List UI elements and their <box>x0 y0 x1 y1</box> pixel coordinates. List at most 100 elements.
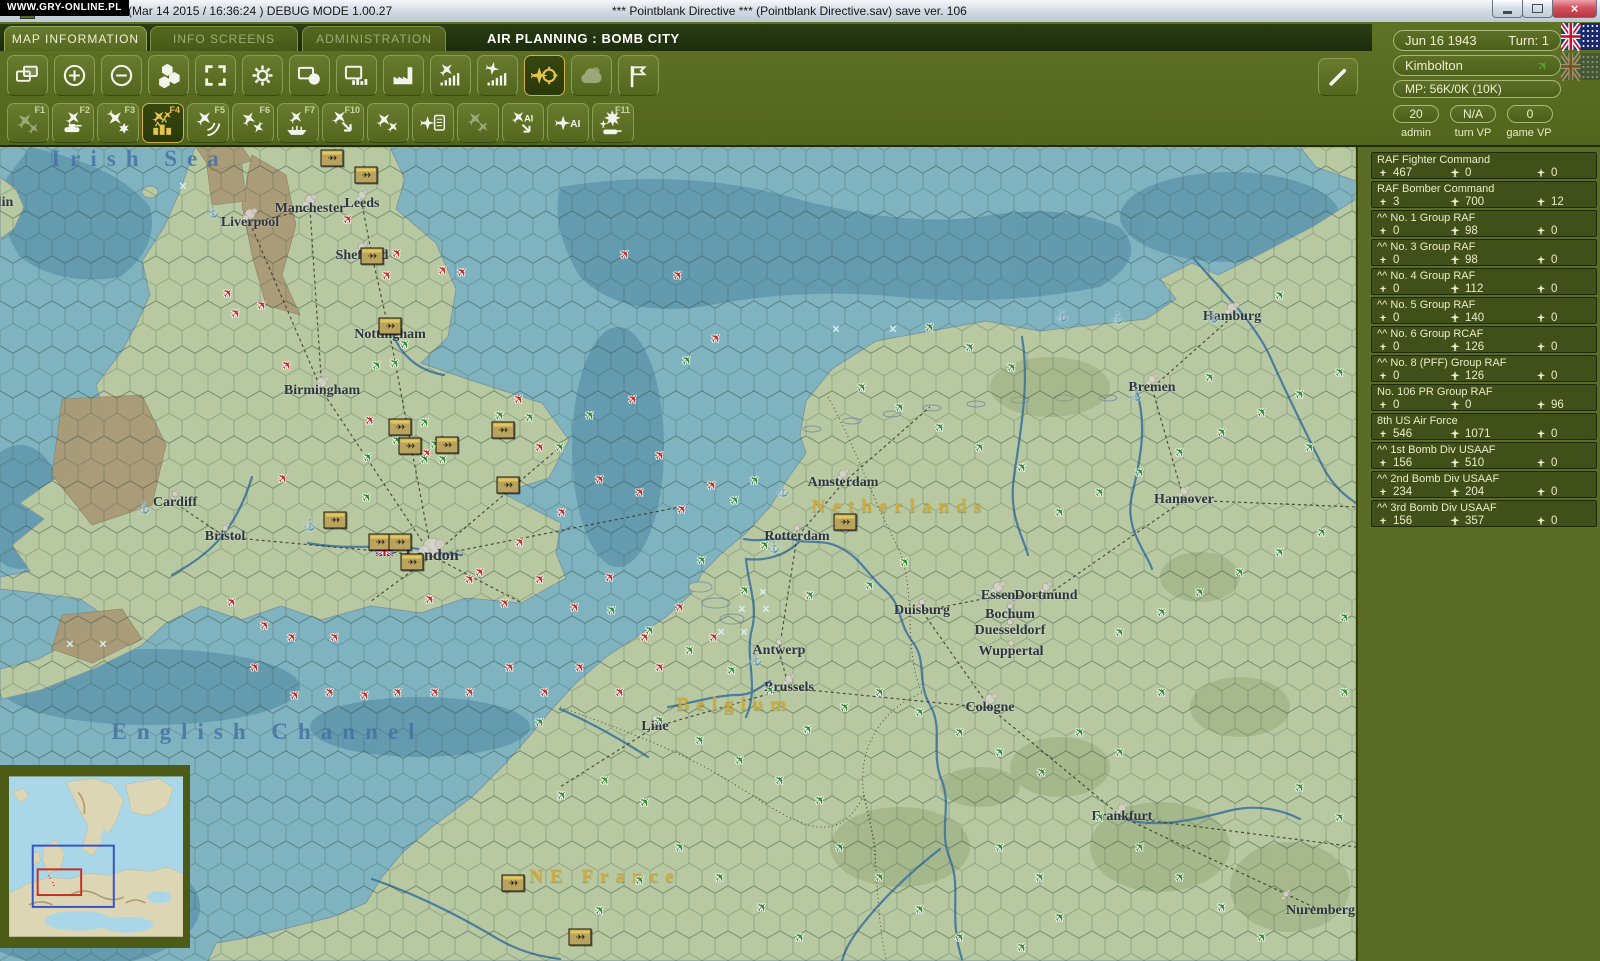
air-unit-red[interactable]: ✈ <box>422 591 439 608</box>
air-unit-red[interactable]: ✈ <box>279 357 296 374</box>
air-unit-red[interactable]: ✈ <box>670 267 687 284</box>
air-unit-red[interactable]: ✈ <box>322 684 339 701</box>
ground-unit-counter[interactable]: ✈✈ <box>497 477 520 494</box>
air-unit-green[interactable]: ✈ <box>1154 684 1171 701</box>
air-unit-red[interactable]: ✈ <box>390 684 407 701</box>
air-group-row-no-8-pff-group-raf[interactable]: ^^ No. 8 (PFF) Group RAF01260 <box>1371 355 1597 382</box>
air-unit-green[interactable]: ✈ <box>597 772 614 789</box>
air-unit-green[interactable]: ✈ <box>1292 386 1309 403</box>
air-unit-green[interactable]: ✈ <box>522 409 539 426</box>
air-unit-green[interactable]: ✈ <box>962 339 979 356</box>
air-unit-green[interactable]: ✈ <box>532 714 549 731</box>
ground-unit-counter[interactable]: ✈✈ <box>834 514 857 531</box>
air-unit-green[interactable]: ✈ <box>1052 504 1069 521</box>
air-unit-red[interactable]: ✈ <box>532 571 549 588</box>
air-unit-green[interactable]: ✈ <box>747 472 764 489</box>
air-unit-red[interactable]: ✈ <box>652 447 669 464</box>
air-group-row-no-106-pr-group-raf[interactable]: No. 106 PR Group RAF0096 <box>1371 384 1597 411</box>
location-pill[interactable]: Kimbolton ✈ <box>1393 55 1561 76</box>
air-unit-green[interactable]: ✈ <box>1014 939 1031 956</box>
air-unit-red[interactable]: ✈ <box>497 595 514 612</box>
info-window-button[interactable] <box>336 55 377 96</box>
air-unit-red[interactable]: ✈ <box>617 246 634 263</box>
air-unit-green[interactable]: ✈ <box>1112 624 1129 641</box>
air-unit-green[interactable]: ✈ <box>854 379 871 396</box>
air-unit-red[interactable]: ✈ <box>247 659 264 676</box>
air-unit-green[interactable]: ✈ <box>724 662 741 679</box>
air-unit-green[interactable]: ✈ <box>1272 287 1289 304</box>
air-unit-green[interactable]: ✈ <box>694 552 711 569</box>
air-unit-green[interactable]: ✈ <box>972 439 989 456</box>
air-unit-red[interactable]: ✈ <box>327 629 344 646</box>
air-unit-green[interactable]: ✈ <box>1214 899 1231 916</box>
air-unit-green[interactable]: ✈ <box>1232 564 1249 581</box>
ground-unit-counter[interactable]: ✈✈ <box>492 422 515 439</box>
ground-unit-counter[interactable]: ✈✈ <box>389 419 412 436</box>
air-unit-red[interactable]: ✈ <box>228 305 245 322</box>
air-unit-green[interactable]: ✈ <box>897 554 914 571</box>
air-unit-red[interactable]: ✈ <box>357 687 374 704</box>
air-unit-green[interactable]: ✈ <box>1004 359 1021 376</box>
air-unit-green[interactable]: ✈ <box>737 582 754 599</box>
air-directive-list-button[interactable] <box>412 103 454 143</box>
air-unit-green[interactable]: ✈ <box>802 587 819 604</box>
air-unit-red[interactable]: ✈ <box>632 484 649 501</box>
air-unit-red[interactable]: ✈ <box>511 391 528 408</box>
air-unit-red[interactable]: ✈ <box>672 599 689 616</box>
air-unit-red[interactable]: ✈ <box>220 285 237 302</box>
air-unit-green[interactable]: ✈ <box>952 724 969 741</box>
edit-pencil-button[interactable] <box>1318 58 1358 96</box>
tab-administration[interactable]: ADMINISTRATION <box>302 26 446 51</box>
air-pair-button[interactable] <box>457 103 499 143</box>
air-group-row-1st-bomb-div-usaaf[interactable]: ^^ 1st Bomb Div USAAF1565100 <box>1371 442 1597 469</box>
ground-battle-button[interactable]: F11 <box>592 103 634 143</box>
ground-unit-counter[interactable]: ✈✈ <box>324 512 347 529</box>
air-unit-green[interactable]: ✈ <box>1052 909 1069 926</box>
ground-attack-button[interactable]: F3 <box>97 103 139 143</box>
air-unit-green[interactable]: ✈ <box>692 732 709 749</box>
air-unit-red[interactable]: ✈ <box>287 687 304 704</box>
air-unit-green[interactable]: ✈ <box>359 489 376 506</box>
air-unit-green[interactable]: ✈ <box>1214 424 1231 441</box>
air-unit-red[interactable]: ✈ <box>257 617 274 634</box>
air-unit-red[interactable]: ✈ <box>625 391 642 408</box>
air-unit-green[interactable]: ✈ <box>637 794 654 811</box>
air-unit-green[interactable]: ✈ <box>1332 809 1349 826</box>
air-unit-green[interactable]: ✈ <box>1154 604 1171 621</box>
air-unit-green[interactable]: ✈ <box>1032 869 1049 886</box>
tab-map-information[interactable]: MAP INFORMATION <box>4 26 147 51</box>
ground-unit-counter[interactable]: ✈✈ <box>355 167 378 184</box>
unit-display-button[interactable] <box>289 55 330 96</box>
air-unit-red[interactable]: ✈ <box>704 477 721 494</box>
air-unit-green[interactable]: ✈ <box>592 902 609 919</box>
air-unit-red[interactable]: ✈ <box>532 439 549 456</box>
air-superiority-button[interactable]: F1 <box>7 103 49 143</box>
air-unit-green[interactable]: ✈ <box>922 319 939 336</box>
air-group-row-raf-fighter-command[interactable]: RAF Fighter Command46700 <box>1371 152 1597 179</box>
air-unit-red[interactable]: ✈ <box>512 534 529 551</box>
escort-button[interactable] <box>367 103 409 143</box>
air-group-row-no-4-group-raf[interactable]: ^^ No. 4 Group RAF01120 <box>1371 268 1597 295</box>
air-unit-red[interactable]: ✈ <box>602 569 619 586</box>
air-group-row-raf-bomber-command[interactable]: RAF Bomber Command370012 <box>1371 181 1597 208</box>
air-unit-green[interactable]: ✈ <box>754 899 771 916</box>
air-unit-red[interactable]: ✈ <box>435 262 452 279</box>
air-unit-red[interactable]: ✈ <box>340 211 357 228</box>
air-unit-green[interactable]: ✈ <box>1092 484 1109 501</box>
air-unit-red[interactable]: ✈ <box>389 245 406 262</box>
minimap[interactable] <box>0 765 190 948</box>
air-unit-green[interactable]: ✈ <box>1132 464 1149 481</box>
recon-button[interactable]: F5 <box>187 103 229 143</box>
air-unit-green[interactable]: ✈ <box>1272 544 1289 561</box>
air-unit-green[interactable]: ✈ <box>369 357 386 374</box>
minimize-button[interactable] <box>1492 0 1523 18</box>
air-unit-red[interactable]: ✈ <box>224 594 241 611</box>
air-unit-red[interactable]: ✈ <box>275 470 292 487</box>
ground-unit-counter[interactable]: ✈✈ <box>569 929 592 946</box>
air-group-row-no-1-group-raf[interactable]: ^^ No. 1 Group RAF0980 <box>1371 210 1597 237</box>
zoom-in-button[interactable] <box>54 55 95 96</box>
counter-display-button[interactable] <box>195 55 236 96</box>
ground-unit-counter[interactable]: ✈✈ <box>502 875 525 892</box>
air-unit-green[interactable]: ✈ <box>554 787 571 804</box>
air-unit-green[interactable]: ✈ <box>1172 869 1189 886</box>
